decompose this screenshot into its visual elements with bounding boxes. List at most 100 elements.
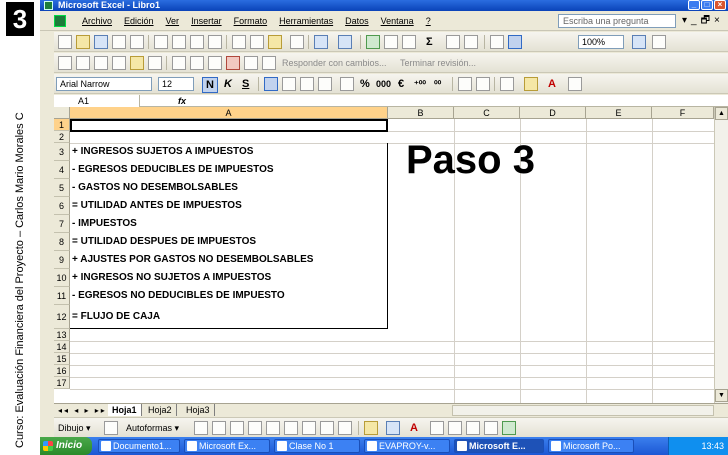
row-header-17[interactable]: 17 <box>54 377 70 389</box>
end-review-label[interactable]: Terminar revisión... <box>400 56 476 70</box>
row-header-8[interactable]: 8 <box>54 233 70 251</box>
menu-datos[interactable]: Datos <box>339 16 375 26</box>
menu-insertar[interactable]: Insertar <box>185 16 228 26</box>
research-icon[interactable] <box>208 35 222 49</box>
row-header-6[interactable]: 6 <box>54 197 70 215</box>
line-icon[interactable] <box>194 421 208 435</box>
toolbar-options-icon[interactable] <box>652 35 666 49</box>
align-left-icon[interactable] <box>264 77 278 91</box>
cell-a4[interactable]: - EGRESOS DEDUCIBLES DE IMPUESTOS <box>72 164 274 176</box>
align-right-icon[interactable] <box>300 77 314 91</box>
row-header-10[interactable]: 10 <box>54 269 70 287</box>
row-header-3[interactable]: 3 <box>54 143 70 161</box>
column-header-c[interactable]: C <box>454 107 520 119</box>
help-dropdown-icon[interactable]: ▾ <box>682 15 687 27</box>
font-name-select[interactable]: Arial Narrow <box>56 77 152 91</box>
increase-indent-icon[interactable] <box>476 77 490 91</box>
row-header-11[interactable]: 11 <box>54 287 70 305</box>
cell-a11[interactable]: - EGRESOS NO DEDUCIBLES DE IMPUESTO <box>72 290 285 302</box>
autosum-icon[interactable]: Σ <box>426 35 433 49</box>
cell-a3[interactable]: + INGRESOS SUJETOS A IMPUESTOS <box>72 146 253 158</box>
copy-icon[interactable] <box>250 35 264 49</box>
minimize-button[interactable]: _ <box>688 0 700 10</box>
taskbar-item-folder[interactable]: Clase No 1 <box>274 439 360 453</box>
review-icon-3[interactable] <box>94 56 108 70</box>
menu-formato[interactable]: Formato <box>228 16 274 26</box>
rectangle-icon[interactable] <box>230 421 244 435</box>
row-header-14[interactable]: 14 <box>54 341 70 353</box>
line-style-icon[interactable] <box>430 421 444 435</box>
workbook-minimize-button[interactable]: _ <box>691 15 697 27</box>
row-header-12[interactable]: 12 <box>54 305 70 329</box>
clipart-icon[interactable] <box>320 421 334 435</box>
menu-archivo[interactable]: Archivo <box>76 16 118 26</box>
decrease-indent-icon[interactable] <box>458 77 472 91</box>
drawing-toggle-icon[interactable] <box>508 35 522 49</box>
horizontal-scrollbar[interactable] <box>452 405 714 416</box>
sheet-nav-arrows[interactable]: ◂◂ ◂ ▸ ▸▸ <box>58 405 107 416</box>
select-all-corner[interactable] <box>54 107 70 119</box>
wordart-icon[interactable] <box>284 421 298 435</box>
arrow-icon[interactable] <box>212 421 226 435</box>
column-header-e[interactable]: E <box>586 107 652 119</box>
save-icon[interactable] <box>94 35 108 49</box>
sheet-tab-hoja2[interactable]: Hoja2 <box>144 404 177 416</box>
autoshapes-menu[interactable]: Autoformas ▾ <box>126 421 179 435</box>
cell-a6[interactable]: = UTILIDAD ANTES DE IMPUESTOS <box>72 200 242 212</box>
start-button[interactable]: Inicio <box>40 437 92 455</box>
sort-ascending-icon[interactable] <box>446 35 460 49</box>
cell-a5[interactable]: - GASTOS NO DESEMBOLSABLES <box>72 182 238 194</box>
font-size-select[interactable]: 12 <box>158 77 194 91</box>
draw-fill-color-icon[interactable] <box>364 421 378 435</box>
euro-button[interactable]: € <box>398 77 404 91</box>
decrease-decimal-button[interactable]: ⁰⁰ <box>434 77 441 91</box>
row-header-5[interactable]: 5 <box>54 179 70 197</box>
delete-comment-icon[interactable] <box>226 56 240 70</box>
undo-icon[interactable] <box>314 35 328 49</box>
taskbar-item-powerpoint[interactable]: Microsoft Po... <box>548 439 634 453</box>
column-header-a[interactable]: A <box>70 107 388 119</box>
cut-icon[interactable] <box>232 35 246 49</box>
row-header-9[interactable]: 9 <box>54 251 70 269</box>
review-icon-1[interactable] <box>58 56 72 70</box>
cell-a7[interactable]: - IMPUESTOS <box>72 218 137 230</box>
row-header-4[interactable]: 4 <box>54 161 70 179</box>
scroll-up-icon[interactable]: ▲ <box>715 107 728 120</box>
textbox-icon[interactable] <box>266 421 280 435</box>
cell-a12[interactable]: = FLUJO DE CAJA <box>72 311 160 323</box>
row-header-2[interactable]: 2 <box>54 131 70 143</box>
picture-icon[interactable] <box>338 421 352 435</box>
close-button[interactable]: × <box>714 0 726 10</box>
email-icon[interactable] <box>130 35 144 49</box>
vertical-scrollbar[interactable]: ▲ ▼ <box>714 107 728 403</box>
comment-icon[interactable] <box>130 56 144 70</box>
percent-button[interactable]: % <box>360 77 370 91</box>
review-icon-7[interactable] <box>172 56 186 70</box>
help-icon[interactable] <box>632 35 646 49</box>
oval-icon[interactable] <box>248 421 262 435</box>
review-icon-11[interactable] <box>244 56 258 70</box>
row-header-13[interactable]: 13 <box>54 329 70 341</box>
column-header-f[interactable]: F <box>652 107 714 119</box>
tracked-changes-icon[interactable] <box>384 35 398 49</box>
row-header-7[interactable]: 7 <box>54 215 70 233</box>
maximize-button[interactable]: □ <box>701 0 713 10</box>
review-icon-2[interactable] <box>76 56 90 70</box>
italic-button[interactable]: K <box>224 77 232 91</box>
menu-ayuda[interactable]: ? <box>420 16 437 26</box>
sort-descending-icon[interactable] <box>464 35 478 49</box>
taskbar-item-excel-active[interactable]: Microsoft E... <box>454 439 544 453</box>
font-color-button[interactable]: A <box>548 77 556 91</box>
redo-icon[interactable] <box>338 35 352 49</box>
dash-style-icon[interactable] <box>448 421 462 435</box>
merge-center-icon[interactable] <box>318 77 332 91</box>
row-header-16[interactable]: 16 <box>54 365 70 377</box>
cell-a8[interactable]: = UTILIDAD DESPUES DE IMPUESTOS <box>72 236 256 248</box>
column-header-d[interactable]: D <box>520 107 586 119</box>
permission-icon[interactable] <box>112 35 126 49</box>
bold-button[interactable]: N <box>202 77 218 93</box>
zoom-select[interactable]: 100% <box>578 35 624 49</box>
taskbar-item-excel-1[interactable]: Microsoft Ex... <box>184 439 270 453</box>
insert-function-label[interactable]: fx <box>178 95 186 107</box>
help-question-input[interactable]: Escriba una pregunta <box>558 14 676 28</box>
